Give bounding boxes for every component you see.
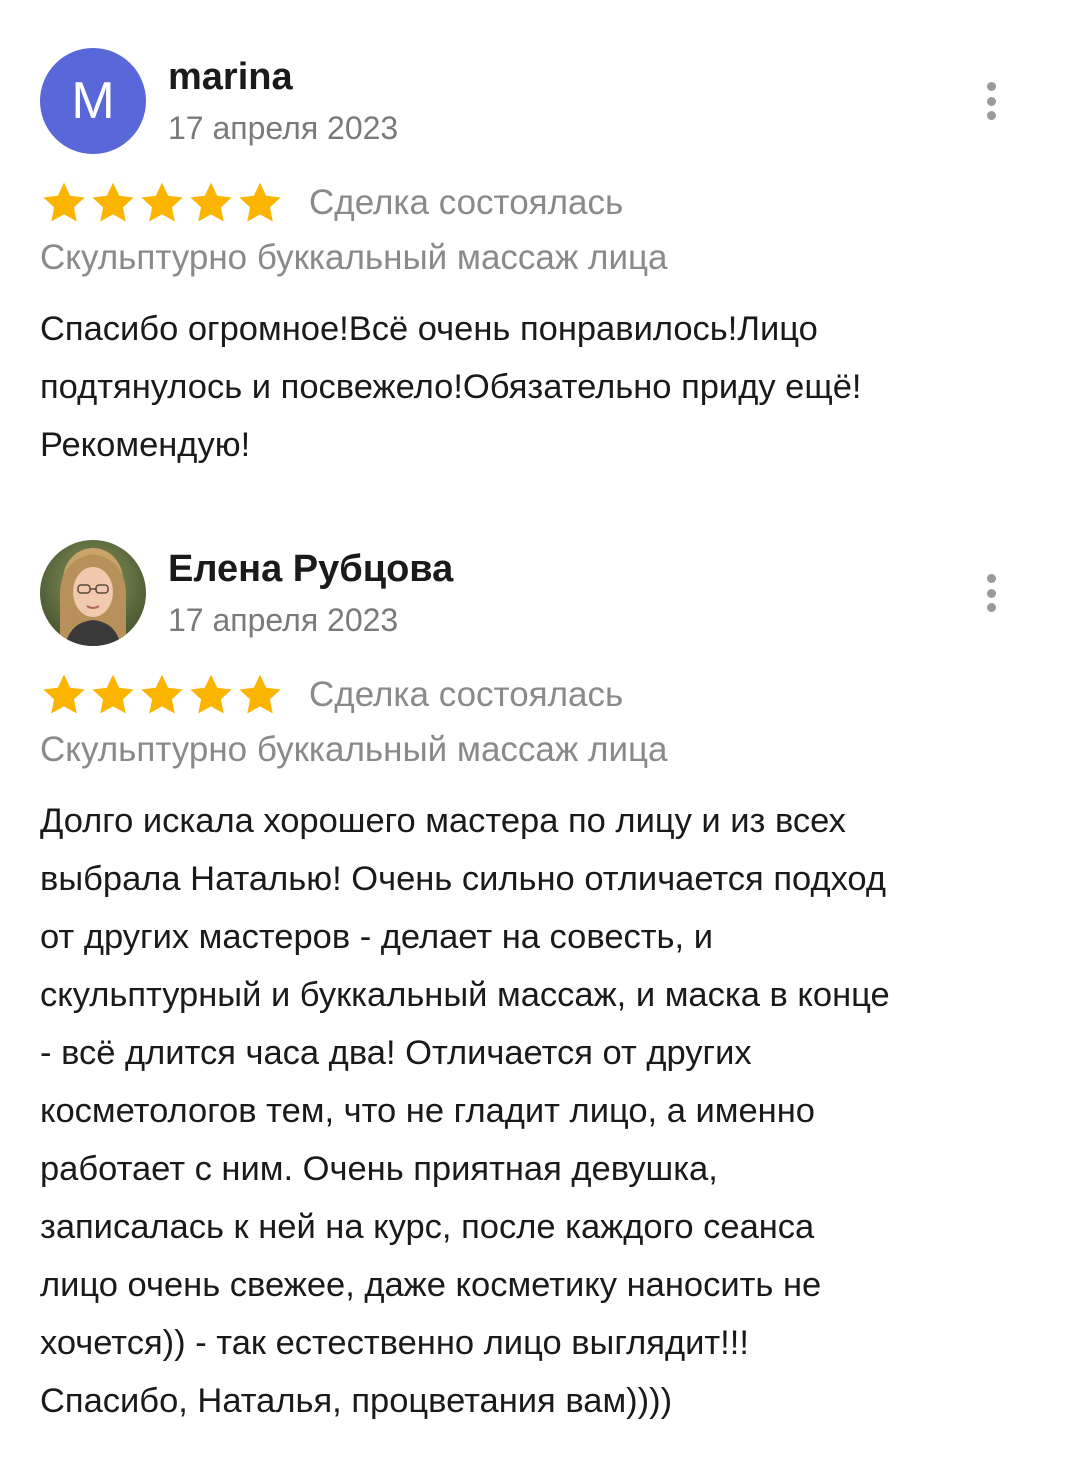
author-name[interactable]: marina [168,56,293,99]
star-icon [239,674,281,714]
star-icon [43,674,85,714]
dot [986,96,996,106]
star-icon [141,674,183,714]
service-name: Скульптурно буккальный массаж лица [40,238,668,277]
review-text-line: скульптурный и буккальный массаж, и маск… [40,976,890,1014]
review-text-line: выбрала Наталью! Очень сильно отличается… [40,860,886,898]
review-date: 17 апреля 2023 [168,110,399,146]
star-icon [141,182,183,222]
avatar[interactable]: M [40,48,146,154]
dot [986,82,996,91]
avatar-photo-icon [40,540,146,646]
review-card: Елена Рубцова 17 апреля 2023 Сделка сост… [0,540,1080,1420]
review-text-line: Спасибо, Наталья, процветания вам)))) [40,1382,673,1420]
dot [986,588,996,598]
deal-status: Сделка состоялась [309,675,624,714]
author-name[interactable]: Елена Рубцова [168,548,453,591]
star-icon [92,674,134,714]
avatar-letter: M [71,72,115,130]
review-card: M marina 17 апреля 2023 Сделка состоялас… [0,48,1080,464]
star-icon [190,182,232,222]
review-text: Долго искала хорошего мастера по лицу и … [40,792,1040,1430]
review-text-line: Рекомендую! [40,426,251,464]
review-header: M marina 17 апреля 2023 [0,48,1080,154]
dot [986,603,996,612]
dot [986,574,996,583]
review-text-line: - всё длится часа два! Отличается от дру… [40,1034,752,1072]
review-date: 17 апреля 2023 [168,602,399,638]
review-text-line: записалась к ней на курс, после каждого … [40,1208,815,1246]
review-text-line: от других мастеров - делает на совесть, … [40,918,713,956]
review-text-line: подтянулось и посвежело!Обязательно прид… [40,368,862,406]
star-icon [92,182,134,222]
review-text-line: Спасибо огромное!Всё очень понравилось!Л… [40,310,818,348]
star-rating [40,179,285,227]
service-name: Скульптурно буккальный массаж лица [40,730,668,769]
review-text: Спасибо огромное!Всё очень понравилось!Л… [40,300,1040,474]
deal-status: Сделка состоялась [309,183,624,222]
more-options-icon[interactable] [972,78,1010,124]
review-text-line: хочется)) - так естественно лицо выгляди… [40,1324,749,1362]
review-header: Елена Рубцова 17 апреля 2023 [0,540,1080,646]
rating-row: Сделка состоялась [40,670,623,720]
dot [986,111,996,120]
review-text-line: косметологов тем, что не гладит лицо, а … [40,1092,815,1130]
review-text-line: работает с ним. Очень приятная девушка, [40,1150,718,1188]
review-text-line: лицо очень свежее, даже косметику наноси… [40,1266,822,1304]
more-options-icon[interactable] [972,570,1010,616]
star-rating [40,671,285,719]
avatar[interactable] [40,540,146,646]
star-icon [43,182,85,222]
rating-row: Сделка состоялась [40,178,623,228]
star-icon [190,674,232,714]
review-text-line: Долго искала хорошего мастера по лицу и … [40,802,846,840]
star-icon [239,182,281,222]
